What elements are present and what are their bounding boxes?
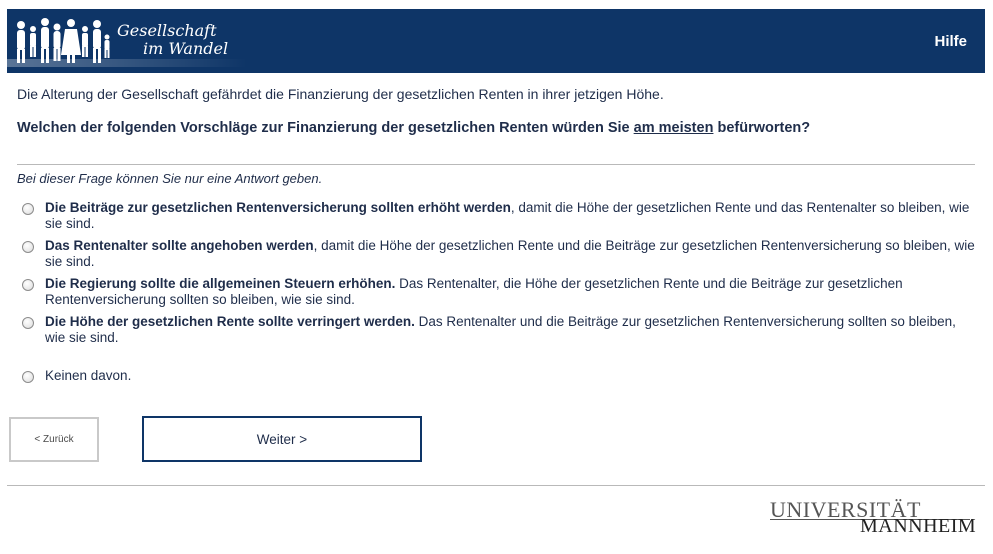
logo-text-line1: Gesellschaft — [117, 21, 217, 40]
option-label: Das Rentenalter sollte angehoben werden,… — [45, 238, 977, 270]
university-mannheim-logo: UNIVERSITÄT MANNHEIM — [770, 497, 977, 539]
answer-option-3[interactable]: Die Regierung sollte die allgemeinen Ste… — [22, 276, 977, 308]
question-emphasis: am meisten — [633, 120, 714, 136]
logo-text-line2: im Wandel — [143, 39, 229, 58]
radio-button[interactable] — [22, 317, 34, 329]
answer-option-5[interactable]: Keinen davon. — [22, 368, 977, 384]
footer-divider — [7, 485, 985, 486]
question-text: Welchen der folgenden Vorschläge zur Fin… — [17, 120, 810, 136]
radio-button[interactable] — [22, 279, 34, 291]
question-before: Welchen der folgenden Vorschläge zur Fin… — [17, 120, 634, 136]
option-label: Die Höhe der gesetzlichen Rente sollte v… — [45, 314, 977, 346]
page-header: Gesellschaft im Wandel Hilfe — [7, 9, 985, 73]
intro-text: Die Alterung der Gesellschaft gefährdet … — [17, 86, 664, 102]
option-label: Die Beiträge zur gesetzlichen Rentenvers… — [45, 200, 977, 232]
next-button[interactable]: Weiter > — [142, 416, 422, 462]
option-label-bold: Die Beiträge zur gesetzlichen Rentenvers… — [45, 200, 511, 215]
divider — [17, 164, 975, 165]
back-button[interactable]: < Zurück — [9, 417, 99, 462]
gesellschaft-im-wandel-logo: Gesellschaft im Wandel — [7, 9, 247, 73]
answer-option-2[interactable]: Das Rentenalter sollte angehoben werden,… — [22, 238, 977, 270]
option-label-bold: Die Höhe der gesetzlichen Rente sollte v… — [45, 314, 415, 329]
university-logo-line2: MANNHEIM — [860, 515, 977, 537]
option-label: Keinen davon. — [45, 368, 131, 384]
radio-button[interactable] — [22, 371, 34, 383]
question-after: befürworten? — [713, 120, 811, 136]
answer-option-4[interactable]: Die Höhe der gesetzlichen Rente sollte v… — [22, 314, 977, 346]
option-label-bold: Das Rentenalter sollte angehoben werden — [45, 238, 314, 253]
radio-button[interactable] — [22, 241, 34, 253]
radio-button[interactable] — [22, 203, 34, 215]
help-link[interactable]: Hilfe — [934, 33, 967, 50]
answer-hint: Bei dieser Frage können Sie nur eine Ant… — [17, 171, 323, 186]
option-label: Die Regierung sollte die allgemeinen Ste… — [45, 276, 977, 308]
option-label-bold: Die Regierung sollte die allgemeinen Ste… — [45, 276, 396, 291]
answer-option-1[interactable]: Die Beiträge zur gesetzlichen Rentenvers… — [22, 200, 977, 232]
option-label-rest: Keinen davon. — [45, 368, 132, 383]
